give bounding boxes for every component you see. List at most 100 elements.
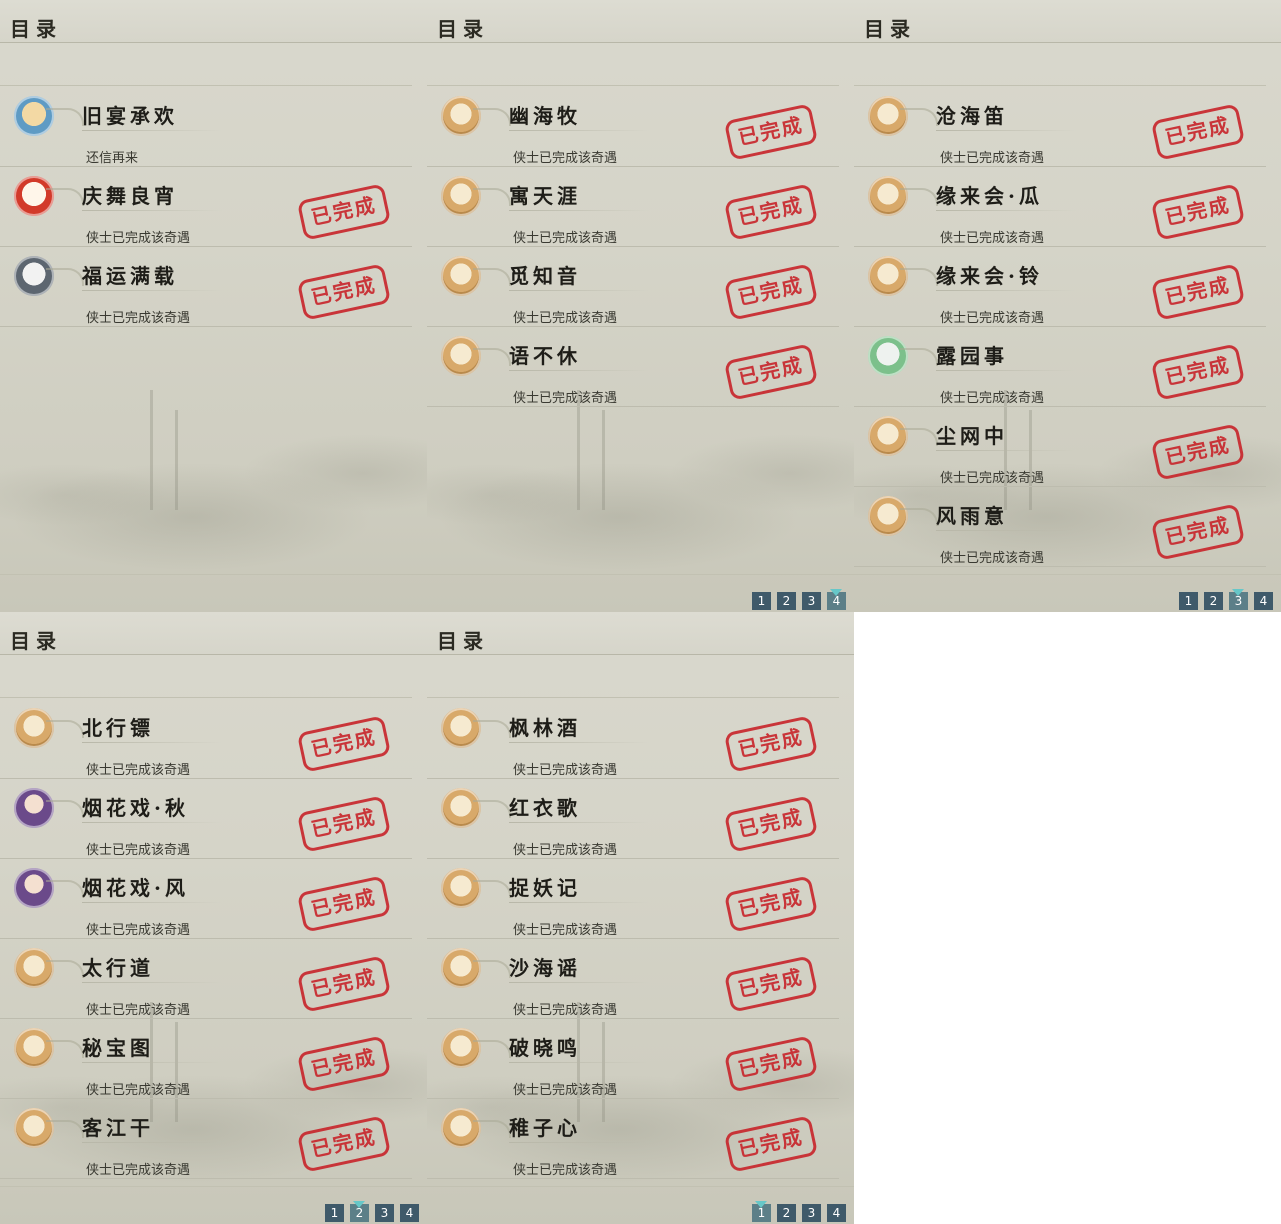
cloud-swirl-icon — [46, 1120, 84, 1138]
panel-header: 目录 — [0, 612, 427, 655]
completed-stamp-icon: 已完成 — [296, 1035, 392, 1093]
cloud-swirl-icon — [900, 108, 938, 126]
completed-stamp-icon: 已完成 — [296, 875, 392, 933]
cloud-swirl-icon — [46, 108, 84, 126]
list-item[interactable]: 稚子心侠士已完成该奇遇 已完成 — [427, 1098, 839, 1179]
encounter-name: 秘宝图 — [82, 1036, 154, 1060]
completed-stamp-icon: 已完成 — [723, 955, 819, 1013]
divider — [427, 1186, 854, 1187]
page-button-3[interactable]: 3 — [1229, 589, 1248, 610]
page-button-4[interactable]: 4 — [827, 589, 846, 610]
list-item[interactable]: 尘网中 侠士已完成该奇遇 已完成 — [854, 406, 1266, 487]
completed-stamp-icon: 已完成 — [1150, 423, 1246, 481]
panel-header: 目录 — [0, 0, 427, 43]
divider — [82, 290, 222, 291]
cloud-swirl-icon — [473, 188, 511, 206]
completed-stamp-icon: 已完成 — [296, 715, 392, 773]
divider — [509, 902, 649, 903]
page-button-4[interactable]: 4 — [1254, 592, 1273, 610]
encounter-name: 缘来会·瓜 — [936, 184, 1043, 208]
list-item[interactable]: 语不休 侠士已完成该奇遇 已完成 — [427, 326, 839, 407]
page-button-3[interactable]: 3 — [375, 1204, 394, 1222]
panel-title: 目录 — [864, 17, 916, 41]
encounter-name: 尘网中 — [936, 424, 1008, 448]
encounter-name: 红衣歌 — [509, 796, 581, 820]
divider — [936, 370, 1076, 371]
list-item[interactable]: 秘宝图 侠士已完成该奇遇 已完成 — [0, 1018, 412, 1099]
pagination: 1234 — [1179, 589, 1273, 610]
page-button-1[interactable]: 1 — [752, 592, 771, 610]
divider — [509, 822, 649, 823]
page-button-2[interactable]: 2 — [777, 592, 796, 610]
encounter-name: 稚子心 — [509, 1116, 581, 1140]
list-item[interactable]: 缘来会·瓜 侠士已完成该奇遇 已完成 — [854, 166, 1266, 247]
cloud-swirl-icon — [900, 508, 938, 526]
pagination: 1234 — [325, 1201, 419, 1222]
list-item[interactable]: 幽海牧 侠士已完成该奇遇 已完成 — [427, 86, 839, 167]
list-item[interactable]: 客江干 侠士已完成该奇遇 已完成 — [0, 1098, 412, 1179]
list-item[interactable]: 福运满载 侠士已完成该奇遇 已完成 — [0, 246, 412, 327]
encounter-status: 侠士已完成该奇遇 — [86, 1163, 191, 1178]
divider — [509, 130, 649, 131]
divider — [82, 1142, 222, 1143]
list-item[interactable]: 捉妖记 侠士已完成该奇遇 已完成 — [427, 858, 839, 939]
list-item[interactable]: 风雨意 侠士已完成该奇遇 已完成 — [854, 486, 1266, 567]
divider — [82, 210, 222, 211]
encounter-status: 侠士已完成该奇遇 — [86, 923, 191, 938]
completed-stamp-icon: 已完成 — [1150, 103, 1246, 161]
divider — [82, 822, 222, 823]
encounter-name: 烟花戏·秋 — [82, 796, 189, 820]
panel-header: 目录 — [427, 0, 854, 43]
encounter-status: 侠士已完成该奇遇 — [86, 311, 191, 326]
page-button-3[interactable]: 3 — [802, 1204, 821, 1222]
list-item[interactable]: 北行镖 侠士已完成该奇遇 已完成 — [0, 698, 412, 779]
encounter-name: 露园事 — [936, 344, 1008, 368]
completed-stamp-icon: 已完成 — [1150, 263, 1246, 321]
list-item[interactable]: 枫林酒 侠士已完成该奇遇 已完成 — [427, 698, 839, 779]
list-item[interactable]: 觅知音 侠士已完成该奇遇 已完成 — [427, 246, 839, 327]
list-item[interactable]: 寓天涯 侠士已完成该奇遇 已完成 — [427, 166, 839, 247]
list-item[interactable]: 沙海谣 侠士已完成该奇遇 已完成 — [427, 938, 839, 1019]
catalog-panel: 目录旧宴承欢 还信再来 庆舞良宵 侠士已完成该奇遇 已完成 福运满载 侠士已完成该奇遇 已完成 — [0, 0, 427, 612]
page-button-3[interactable]: 3 — [802, 592, 821, 610]
page-button-4[interactable]: 4 — [827, 1204, 846, 1222]
encounter-status: 侠士已完成该奇遇 — [86, 843, 191, 858]
cloud-swirl-icon — [46, 960, 84, 978]
encounter-status: 侠士已完成该奇遇 — [940, 311, 1045, 326]
list-item[interactable]: 太行道 侠士已完成该奇遇 已完成 — [0, 938, 412, 1019]
encounter-name: 寓天涯 — [509, 184, 581, 208]
completed-stamp-icon: 已完成 — [296, 795, 392, 853]
divider — [854, 574, 1281, 575]
page-button-2[interactable]: 2 — [1204, 592, 1223, 610]
list-item[interactable]: 露园事 侠士已完成该奇遇 已完成 — [854, 326, 1266, 407]
completed-stamp-icon: 已完成 — [723, 1115, 819, 1173]
cloud-swirl-icon — [900, 348, 938, 366]
page-button-1[interactable]: 1 — [1179, 592, 1198, 610]
encounter-status: 侠士已完成该奇遇 — [513, 763, 618, 778]
page-button-1[interactable]: 1 — [325, 1204, 344, 1222]
encounter-name: 枫林酒 — [509, 716, 581, 740]
page-button-2[interactable]: 2 — [777, 1204, 796, 1222]
divider — [509, 982, 649, 983]
page-button-1[interactable]: 1 — [752, 1201, 771, 1222]
background-mast — [602, 410, 605, 510]
list-item[interactable]: 红衣歌 侠士已完成该奇遇 已完成 — [427, 778, 839, 859]
list-item[interactable]: 沧海笛 侠士已完成该奇遇 已完成 — [854, 86, 1266, 167]
completed-stamp-icon: 已完成 — [723, 875, 819, 933]
encounter-status: 侠士已完成该奇遇 — [940, 151, 1045, 166]
encounter-status: 侠士已完成该奇遇 — [513, 1163, 618, 1178]
page-button-4[interactable]: 4 — [400, 1204, 419, 1222]
list-item[interactable]: 烟花戏·秋侠士已完成该奇遇 已完成 — [0, 778, 412, 859]
list-item[interactable]: 旧宴承欢 还信再来 — [0, 86, 412, 167]
encounter-name: 捉妖记 — [509, 876, 581, 900]
list-item[interactable]: 破晓鸣 侠士已完成该奇遇 已完成 — [427, 1018, 839, 1099]
background-mast — [175, 410, 178, 510]
completed-stamp-icon: 已完成 — [723, 183, 819, 241]
encounter-name: 北行镖 — [82, 716, 154, 740]
list-item[interactable]: 烟花戏·风 侠士已完成该奇遇 已完成 — [0, 858, 412, 939]
list-item[interactable]: 庆舞良宵 侠士已完成该奇遇 已完成 — [0, 166, 412, 247]
catalog-panel: 目录幽海牧 侠士已完成该奇遇 已完成 寓天涯 侠士已完成该奇遇 已完成 觅知音 侠士已完成该奇… — [427, 0, 854, 612]
encounter-status: 还信再来 — [86, 151, 139, 166]
page-button-2[interactable]: 2 — [350, 1201, 369, 1222]
list-item[interactable]: 缘来会·铃 侠士已完成该奇遇 已完成 — [854, 246, 1266, 327]
